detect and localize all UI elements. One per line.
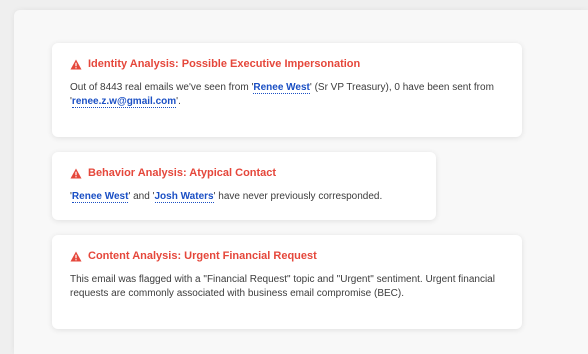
identity-text-3: '. — [176, 96, 181, 107]
warning-triangle-icon — [70, 59, 82, 69]
behavior-analysis-body: 'Renee West' and 'Josh Waters' have neve… — [70, 190, 418, 204]
recipient-name-link[interactable]: Josh Waters — [154, 191, 214, 203]
content-analysis-title-text: Content Analysis: Urgent Financial Reque… — [88, 250, 317, 262]
identity-analysis-card: Identity Analysis: Possible Executive Im… — [52, 43, 522, 137]
behavior-analysis-title: Behavior Analysis: Atypical Contact — [70, 166, 418, 180]
sender-name-link[interactable]: Renee West — [253, 82, 310, 94]
behavior-text-1: ' and ' — [128, 191, 155, 202]
behavior-text-2: ' have never previously corresponded. — [213, 191, 383, 202]
warning-triangle-icon — [70, 168, 82, 178]
content-analysis-body: This email was flagged with a "Financial… — [70, 274, 495, 299]
identity-analysis-title-text: Identity Analysis: Possible Executive Im… — [88, 58, 361, 70]
sender-email-link[interactable]: renee.z.w@gmail.com — [71, 96, 177, 108]
behavior-analysis-title-text: Behavior Analysis: Atypical Contact — [88, 167, 277, 179]
identity-text-1: Out of 8443 real emails we've seen from … — [70, 82, 254, 93]
behavior-analysis-card: Behavior Analysis: Atypical Contact 'Ren… — [52, 152, 436, 220]
sender-name-link[interactable]: Renee West — [71, 191, 129, 203]
identity-analysis-title: Identity Analysis: Possible Executive Im… — [70, 57, 504, 71]
content-analysis-card: Content Analysis: Urgent Financial Reque… — [52, 235, 522, 329]
warning-triangle-icon — [70, 251, 82, 261]
content-analysis-title: Content Analysis: Urgent Financial Reque… — [70, 249, 504, 263]
identity-analysis-body: Out of 8443 real emails we've seen from … — [70, 81, 504, 109]
